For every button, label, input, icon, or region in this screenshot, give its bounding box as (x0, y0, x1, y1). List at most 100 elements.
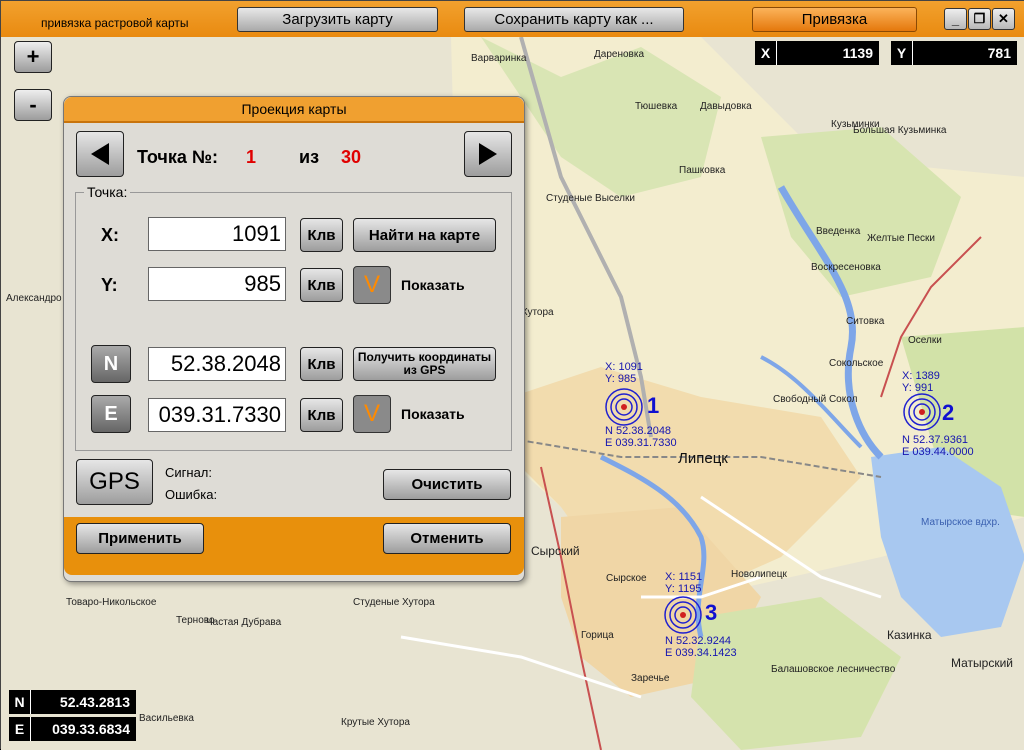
latitude-value: 52.43.2813 (59, 694, 130, 710)
place-label: Дареновка (594, 49, 645, 60)
y-keyboard-button[interactable]: Клв (300, 268, 343, 302)
place-label: Свободный Сокол (773, 394, 858, 405)
y-label: Y: (101, 275, 118, 295)
place-label: Сокольское (829, 358, 884, 369)
prev-point-button[interactable] (76, 131, 124, 177)
marker-1-ne: N 52.38.2048 E 039.31.7330 (605, 425, 677, 449)
zoom-in-button[interactable]: + (14, 41, 52, 73)
title-bar: привязка растровой карты Загрузить карту… (1, 1, 1024, 37)
place-label: Давыдовка (700, 101, 752, 112)
place-label: Ситовка (846, 316, 885, 327)
point-number-label: Точка №: (137, 147, 218, 167)
error-label: Ошибка: (165, 487, 218, 502)
latitude-label: N (9, 690, 31, 714)
place-label: Сырский (531, 544, 580, 558)
marker-1-target-icon[interactable] (604, 387, 644, 427)
marker-3-target-icon[interactable] (663, 595, 703, 635)
place-label: Заречье (631, 673, 670, 684)
marker-2-number: 2 (942, 400, 955, 425)
zoom-out-button[interactable]: - (14, 89, 52, 121)
apply-button[interactable]: Применить (76, 523, 204, 554)
longitude-label: E (9, 717, 31, 741)
marker-3-ne: N 52.32.9244 E 039.34.1423 (665, 635, 737, 659)
place-label: Воскресеновка (811, 262, 881, 273)
place-label: Горица (581, 630, 614, 641)
place-label: Сырское (606, 573, 647, 584)
latitude-readout: N 52.43.2813 (9, 690, 136, 714)
city-label: Липецк (678, 450, 728, 467)
arrow-right-icon (479, 143, 497, 165)
minimize-icon[interactable]: _ (944, 8, 967, 30)
map-projection-dialog: Проекция карты Точка №: 1 из 30 Точка: X… (63, 96, 525, 582)
point-index: 1 (246, 147, 257, 167)
n-input[interactable]: 52.38.2048 (148, 347, 286, 381)
find-on-map-button[interactable]: Найти на карте (353, 218, 496, 252)
place-label: Тюшевка (635, 101, 678, 112)
place-label: Крутые Хутора (341, 717, 410, 728)
marker-3-xy: X: 1151 Y: 1195 (665, 571, 703, 595)
save-map-as-button[interactable]: Сохранить карту как ... (464, 7, 684, 32)
place-label: Частая Дубрава (206, 617, 282, 628)
app-window: привязка растровой карты Загрузить карту… (0, 0, 1024, 750)
show-ne-label: Показать (401, 406, 465, 422)
of-label: из (299, 147, 320, 167)
e-keyboard-button[interactable]: Клв (300, 398, 343, 432)
e-label-button: E (91, 395, 131, 433)
n-label-button: N (91, 345, 131, 383)
restore-icon[interactable]: ❐ (968, 8, 991, 30)
n-keyboard-button[interactable]: Клв (300, 347, 343, 381)
place-label: Новолипецк (731, 569, 787, 580)
bind-button[interactable]: Привязка (752, 7, 917, 32)
place-label: Товаро-Никольское (66, 597, 157, 608)
clear-button[interactable]: Очистить (383, 469, 511, 500)
signal-label: Сигнал: (165, 465, 212, 480)
place-label: Балашовское лесничество (771, 664, 896, 675)
cancel-button[interactable]: Отменить (383, 523, 511, 554)
marker-2-ne: N 52.37.9361 E 039.44.0000 (902, 434, 974, 458)
place-label: Оселки (908, 335, 942, 346)
cursor-x-value: 1139 (842, 45, 873, 61)
next-point-button[interactable] (464, 131, 512, 177)
place-label: Терново (176, 615, 215, 626)
close-icon[interactable]: ✕ (992, 8, 1015, 30)
show-xy-checkbox[interactable]: V (353, 266, 391, 304)
place-label: Александро (6, 293, 62, 304)
place-label: Васильевка (139, 713, 194, 724)
cursor-x-label: X (755, 41, 777, 65)
point-group-title: Точка: (84, 184, 131, 200)
dialog-title: Проекция карты (64, 97, 524, 123)
gps-button[interactable]: GPS (76, 459, 153, 505)
marker-2-xy: X: 1389 Y: 991 (902, 370, 940, 394)
place-label: Матырский (951, 656, 1013, 670)
place-label: Желтые Пески (867, 233, 935, 244)
place-label: Введенка (816, 226, 861, 237)
y-input[interactable]: 985 (148, 267, 286, 301)
place-label: Варваринка (471, 53, 527, 64)
get-gps-coords-button[interactable]: Получить координаты из GPS (353, 347, 496, 381)
marker-3-number: 3 (705, 600, 718, 625)
longitude-value: 039.33.6834 (52, 721, 130, 737)
longitude-readout: E 039.33.6834 (9, 717, 136, 741)
show-ne-checkbox[interactable]: V (353, 395, 391, 433)
load-map-button[interactable]: Загрузить карту (237, 7, 438, 32)
marker-1-xy: X: 1091 Y: 985 (605, 361, 643, 385)
x-label: X: (101, 225, 119, 245)
place-label: Пашковка (679, 165, 726, 176)
marker-1-number: 1 (647, 393, 660, 418)
cursor-y-readout: Y 781 (891, 41, 1017, 65)
show-xy-label: Показать (401, 277, 465, 293)
dialog-footer: Применить Отменить (64, 517, 524, 575)
x-keyboard-button[interactable]: Клв (300, 218, 343, 252)
place-label: Студеные Выселки (546, 193, 635, 204)
cursor-x-readout: X 1139 (755, 41, 879, 65)
cursor-y-value: 781 (987, 45, 1011, 61)
place-label: Большая Кузьминка (853, 125, 947, 136)
cursor-y-label: Y (891, 41, 913, 65)
x-input[interactable]: 1091 (148, 217, 286, 251)
marker-2-target-icon[interactable] (902, 392, 942, 432)
place-label: Хутора (521, 307, 554, 318)
place-label: Матырское вдхр. (921, 517, 1000, 528)
e-input[interactable]: 039.31.7330 (148, 398, 286, 432)
place-label: Студеные Хутора (353, 597, 435, 608)
arrow-left-icon (91, 143, 109, 165)
